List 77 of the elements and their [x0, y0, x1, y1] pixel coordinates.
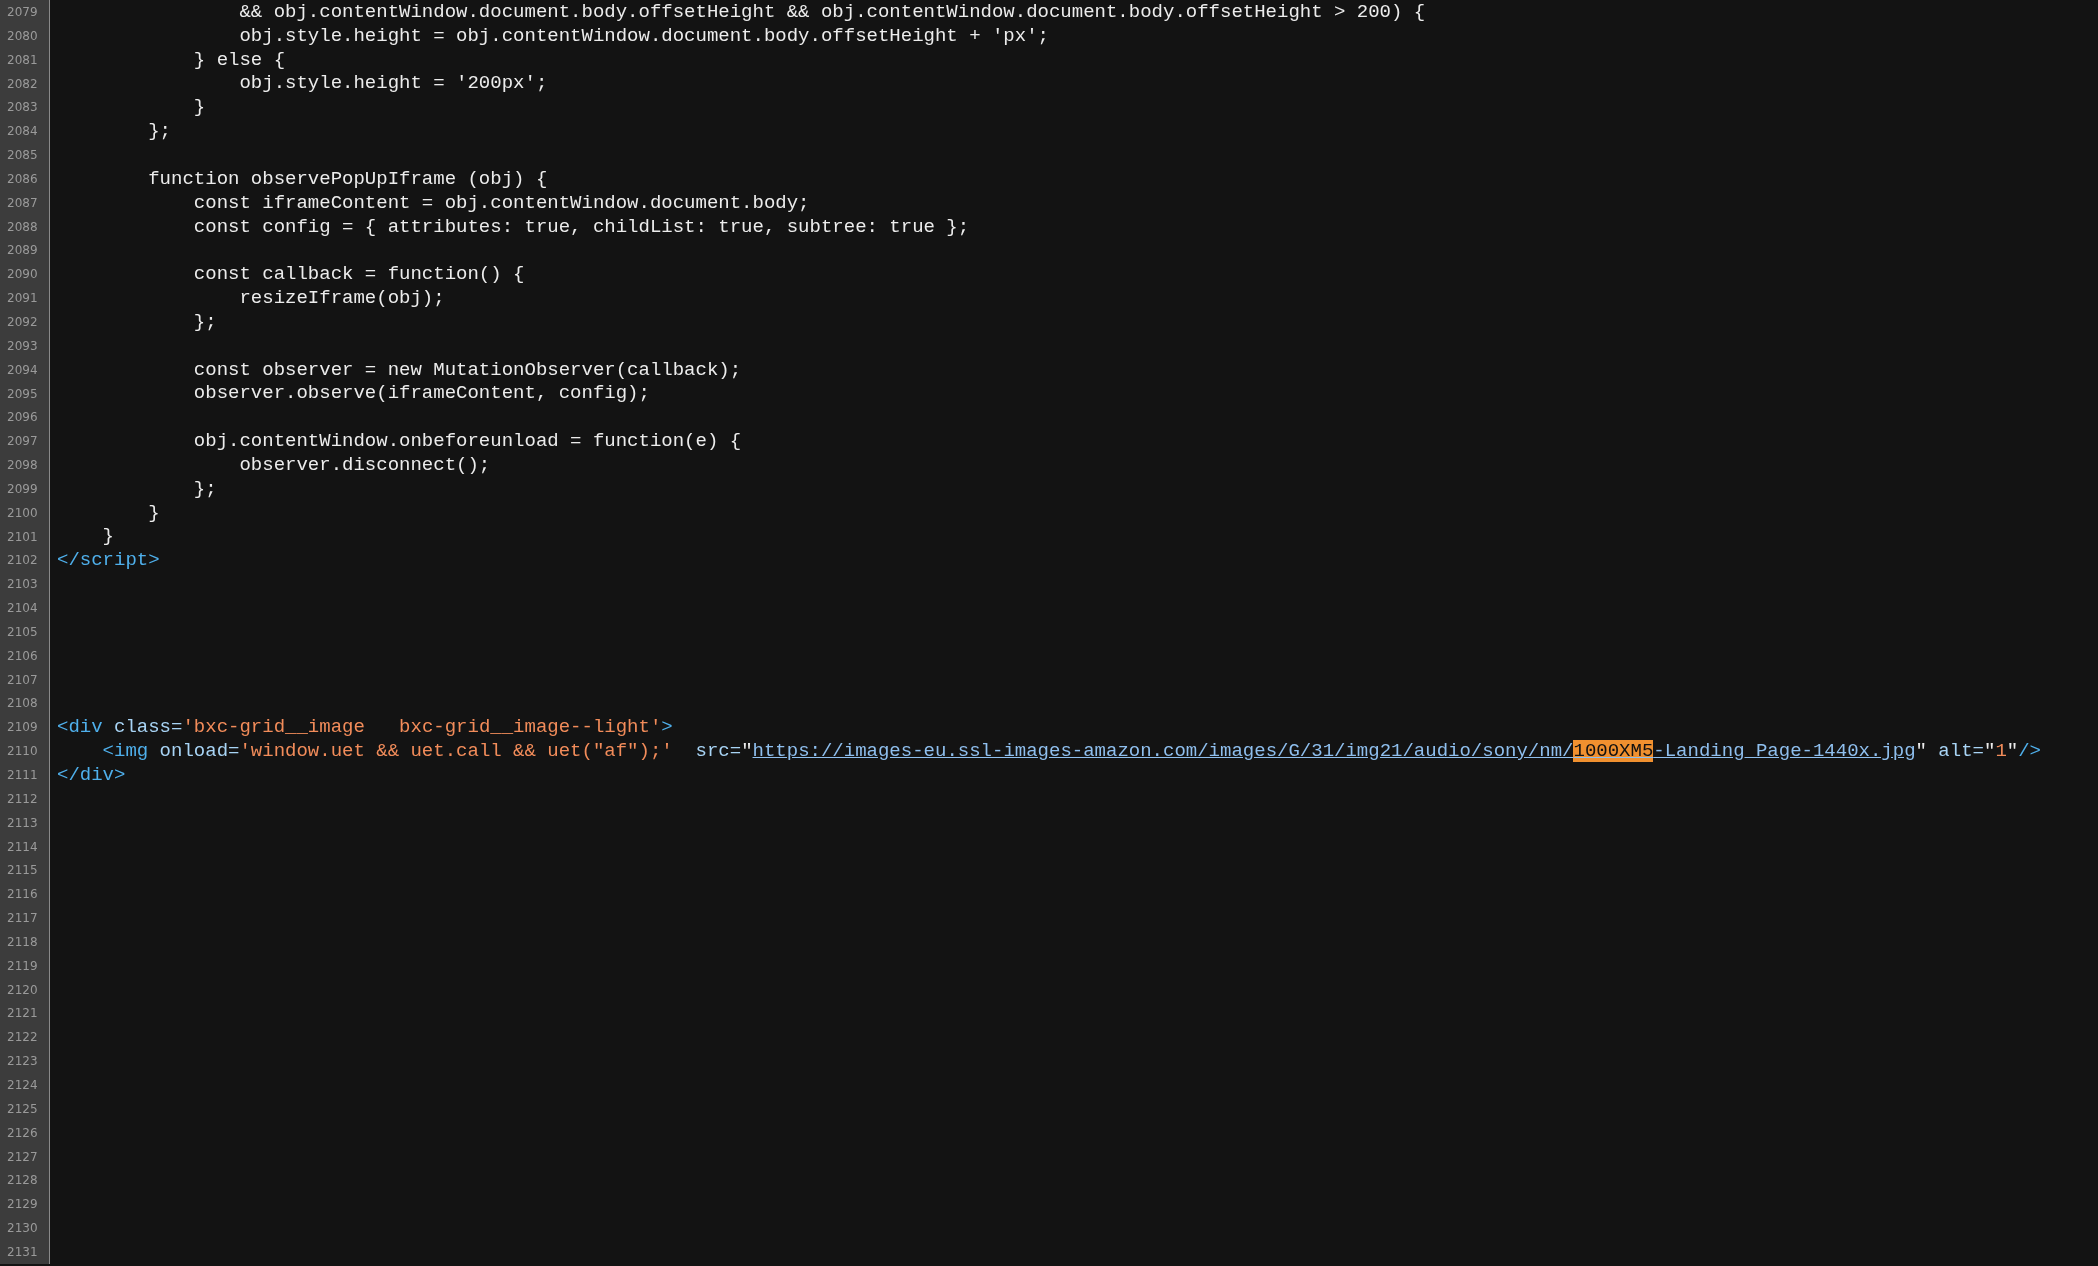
code-line: }; — [192, 477, 217, 500]
line-number: 2125 — [7, 1101, 38, 1116]
line-number: 2121 — [7, 1006, 38, 1021]
line-number: 2119 — [7, 958, 38, 973]
line-number: 2083 — [7, 100, 38, 115]
line-number: 2109 — [7, 720, 38, 735]
line-number: 2124 — [7, 1077, 38, 1092]
code-line: const callback = function() { — [192, 263, 525, 286]
code-line: && obj.contentWindow.document.body.offsetHeight && obj.contentWindow.document.body.offsetHeight > 200) { — [238, 0, 1426, 23]
code-line: const observer = new MutationObserver(callback); — [192, 358, 742, 381]
code-line: } — [101, 525, 114, 548]
line-number: 2104 — [7, 601, 38, 616]
line-number: 2101 — [7, 529, 38, 544]
line-number: 2097 — [7, 434, 38, 449]
code-line: resizeIframe(obj); — [238, 287, 445, 310]
code-line: } else { — [192, 48, 286, 71]
line-number: 2095 — [7, 386, 38, 401]
line-number: 2098 — [7, 458, 38, 473]
line-number: 2112 — [7, 791, 38, 806]
line-number: 2122 — [7, 1030, 38, 1045]
line-number: 2079 — [7, 5, 38, 19]
code-line: } — [192, 96, 206, 119]
line-number: 2105 — [7, 624, 38, 639]
line-number: 2117 — [7, 911, 38, 926]
code-line: observer.disconnect(); — [238, 453, 491, 476]
code-line: obj.style.height = obj.contentWindow.document.body.offsetHeight + 'px'; — [238, 24, 1049, 47]
line-number: 2103 — [7, 577, 38, 592]
line-number: 2113 — [7, 815, 38, 830]
code-line: }; — [192, 310, 217, 333]
link[interactable]: https://images-eu.ssl-images-amazon.com/images/G/31/img21/audio/sony/nm/1000XM5-Landing_Page-1440x.jpg — [752, 740, 1916, 763]
line-number: 2108 — [7, 696, 38, 711]
code-line: obj.style.height = '200px'; — [238, 72, 548, 95]
line-number: 2099 — [7, 481, 38, 496]
line-number: 2107 — [7, 672, 38, 687]
line-number: 2082 — [7, 76, 38, 91]
line-number: 2129 — [7, 1197, 38, 1212]
line-number: 2118 — [7, 934, 38, 949]
line-number: 2126 — [7, 1125, 38, 1140]
line-number: 2127 — [7, 1149, 38, 1164]
code-line: function observePopUpIframe (obj) { — [147, 167, 548, 190]
code-line: const iframeContent = obj.contentWindow.document.body; — [192, 191, 810, 214]
line-number: 2086 — [7, 171, 38, 186]
line-number: 2131 — [7, 1244, 38, 1259]
line-number: 2080 — [7, 28, 38, 43]
code-line: const config = { attributes: true, childList: true, subtree: true }; — [192, 215, 970, 238]
line-number: 2081 — [7, 52, 38, 67]
line-number: 2123 — [7, 1054, 38, 1069]
code-line: </div> — [57, 763, 126, 786]
line-number: 2084 — [7, 124, 38, 139]
code-line: </script> — [57, 549, 160, 572]
line-number: 2106 — [7, 648, 38, 663]
line-number: 2102 — [7, 553, 38, 568]
line-number: 2092 — [7, 314, 38, 329]
line-number: 2120 — [7, 982, 38, 997]
code-line: }; — [147, 120, 172, 143]
line-number: 2114 — [7, 839, 38, 854]
line-number: 2096 — [7, 410, 38, 425]
code-line: <img onload='window.uet && uet.call && uet("af");' src="https://images-eu.ssl-images-amazon.com/images/G/31/img21/audio/sony/nm/1000XM5-Landing_Page-1440x.jpg" alt="1"/> — [101, 740, 2041, 763]
line-number: 2094 — [7, 362, 38, 377]
line-number: 2090 — [7, 267, 38, 282]
line-number: 2110 — [7, 744, 38, 759]
line-number: 2089 — [7, 243, 38, 258]
line-number: 2085 — [7, 148, 38, 163]
line-number: 2115 — [7, 863, 38, 878]
line-number: 2116 — [7, 887, 38, 902]
code-line: obj.contentWindow.onbeforeunload = function(e) { — [192, 430, 742, 453]
line-number: 2111 — [7, 768, 38, 782]
line-number: 2091 — [7, 291, 38, 306]
line-number: 2093 — [7, 338, 38, 353]
code-line: } — [147, 501, 160, 524]
line-number: 2087 — [7, 195, 38, 210]
line-number: 2128 — [7, 1173, 38, 1188]
line-number: 2088 — [7, 219, 38, 234]
code-line: <div class='bxc-grid__image bxc-grid__image--light'> — [57, 716, 673, 739]
line-number: 2100 — [7, 505, 38, 520]
code-line: observer.observe(iframeContent, config); — [192, 382, 650, 405]
line-number: 2130 — [7, 1221, 38, 1236]
